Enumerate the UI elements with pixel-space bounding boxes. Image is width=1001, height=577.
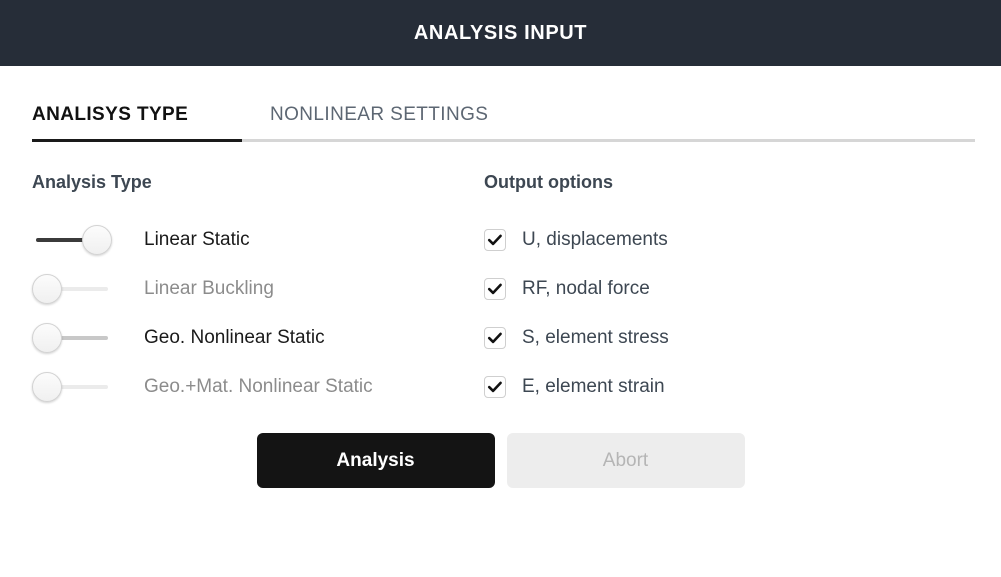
toggle-switch-geo-nonlinear-static[interactable]: [32, 323, 112, 353]
analysis-type-heading: Analysis Type: [32, 172, 484, 193]
check-label-rf-nodal-force: RF, nodal force: [522, 278, 650, 300]
toggle-knob[interactable]: [32, 372, 62, 402]
checkbox-e-element-strain[interactable]: [484, 376, 506, 398]
toggle-knob[interactable]: [32, 323, 62, 353]
output-options-section: Output options U, displacements RF, noda…: [484, 172, 669, 411]
toggle-label-linear-buckling: Linear Buckling: [144, 278, 274, 300]
toggle-row-geo-nonlinear-static[interactable]: Geo. Nonlinear Static: [32, 313, 484, 362]
toggle-label-geo-nonlinear-static: Geo. Nonlinear Static: [144, 327, 325, 349]
check-icon: [487, 232, 503, 248]
abort-button: Abort: [507, 433, 745, 488]
toggle-knob[interactable]: [32, 274, 62, 304]
toggle-row-geo-mat-nonlinear-static[interactable]: Geo.+Mat. Nonlinear Static: [32, 362, 484, 411]
check-icon: [487, 330, 503, 346]
check-label-s-element-stress: S, element stress: [522, 327, 669, 349]
toggle-row-linear-static[interactable]: Linear Static: [32, 215, 484, 264]
main-content: Analysis Type Linear Static Linear Buckl…: [0, 142, 1001, 411]
tab-bar: ANALISYS TYPE NONLINEAR SETTINGS: [0, 66, 1001, 142]
check-label-u-displacements: U, displacements: [522, 229, 668, 251]
tab-underline: [32, 139, 975, 142]
tab-nonlinear-settings[interactable]: NONLINEAR SETTINGS: [270, 104, 488, 139]
toggle-row-linear-buckling[interactable]: Linear Buckling: [32, 264, 484, 313]
tab-analysis-type[interactable]: ANALISYS TYPE: [32, 104, 242, 139]
toggle-switch-geo-mat-nonlinear-static[interactable]: [32, 372, 112, 402]
abort-button-label: Abort: [603, 450, 648, 472]
checkbox-u-displacements[interactable]: [484, 229, 506, 251]
output-options-heading: Output options: [484, 172, 669, 193]
check-row-u-displacements[interactable]: U, displacements: [484, 215, 669, 264]
analysis-type-section: Analysis Type Linear Static Linear Buckl…: [0, 172, 484, 411]
toggle-knob[interactable]: [82, 225, 112, 255]
action-bar: Analysis Abort: [0, 411, 1001, 488]
check-icon: [487, 379, 503, 395]
toggle-label-linear-static: Linear Static: [144, 229, 250, 251]
checkbox-s-element-stress[interactable]: [484, 327, 506, 349]
tab-analysis-type-label: ANALISYS TYPE: [32, 104, 188, 125]
window-title: ANALYSIS INPUT: [414, 22, 587, 45]
tab-nonlinear-settings-label: NONLINEAR SETTINGS: [270, 104, 488, 125]
toggle-label-geo-mat-nonlinear-static: Geo.+Mat. Nonlinear Static: [144, 376, 373, 398]
check-row-s-element-stress[interactable]: S, element stress: [484, 313, 669, 362]
analysis-button-label: Analysis: [336, 450, 414, 472]
checkbox-rf-nodal-force[interactable]: [484, 278, 506, 300]
toggle-switch-linear-buckling[interactable]: [32, 274, 112, 304]
toggle-switch-linear-static[interactable]: [32, 225, 112, 255]
window-titlebar: ANALYSIS INPUT: [0, 0, 1001, 66]
analysis-button[interactable]: Analysis: [257, 433, 495, 488]
check-icon: [487, 281, 503, 297]
check-row-rf-nodal-force[interactable]: RF, nodal force: [484, 264, 669, 313]
check-row-e-element-strain[interactable]: E, element strain: [484, 362, 669, 411]
check-label-e-element-strain: E, element strain: [522, 376, 665, 398]
